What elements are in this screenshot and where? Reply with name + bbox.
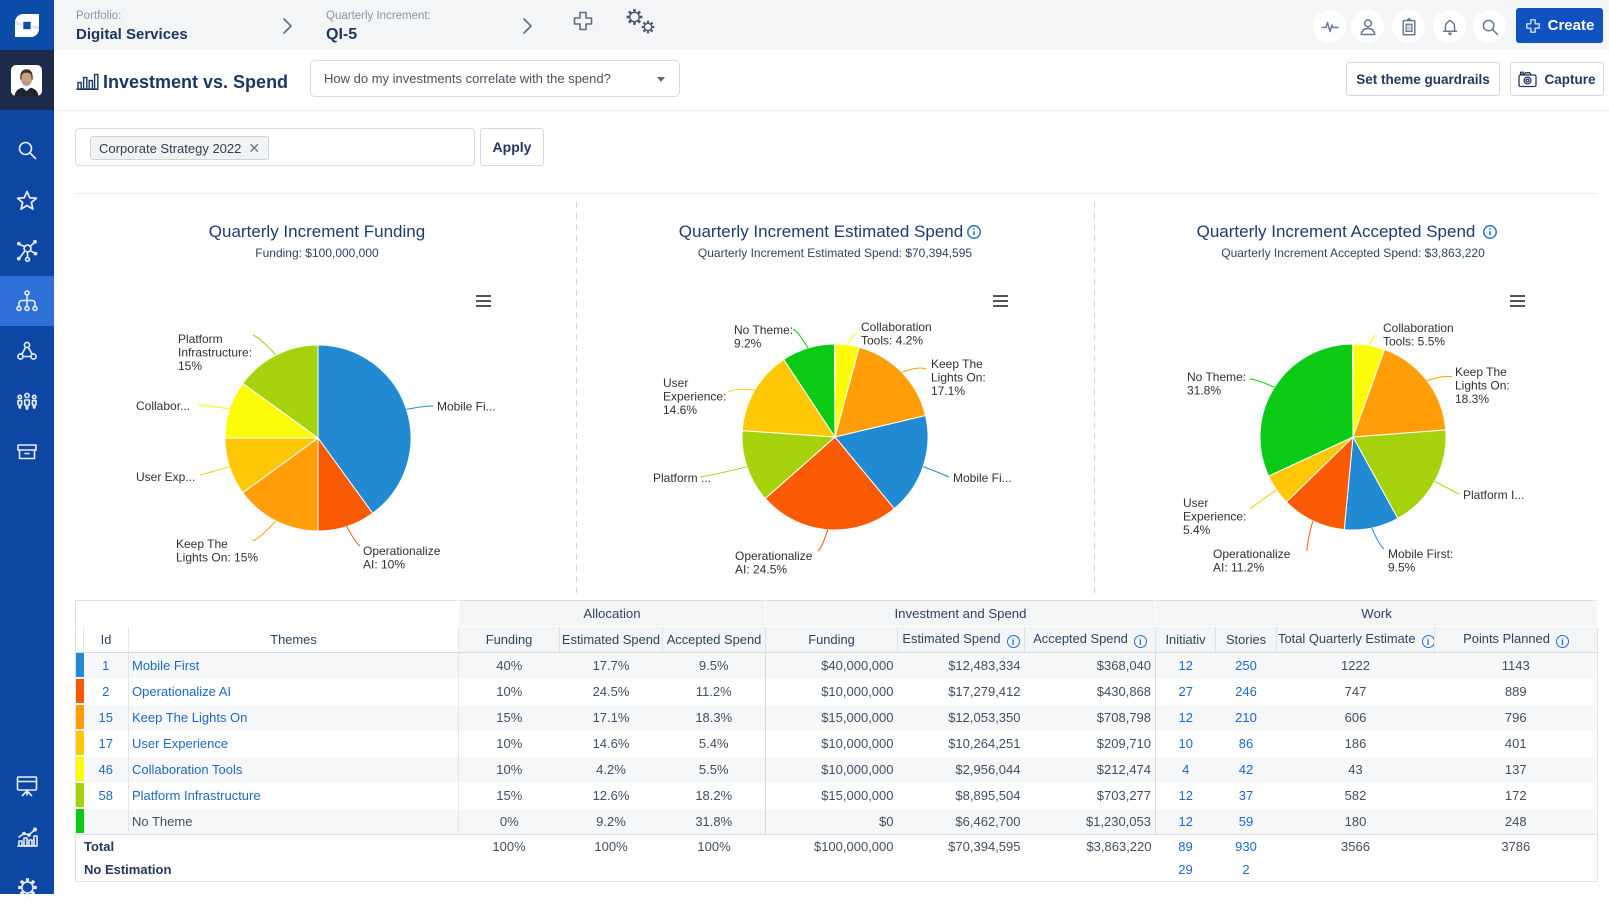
svg-text:User Exp...: User Exp...	[136, 470, 195, 484]
svg-text:UserExperience:5.4%: UserExperience:5.4%	[1183, 496, 1246, 537]
svg-text:Collabor...: Collabor...	[136, 399, 190, 413]
svg-text:Quarterly Increment Funding: Quarterly Increment Funding	[209, 222, 425, 241]
svg-text:Quarterly Increment Accepted S: Quarterly Increment Accepted Spend: $3,8…	[1221, 246, 1485, 260]
svg-text:Quarterly Increment Estimated: Quarterly Increment Estimated Spend: $70…	[698, 246, 972, 260]
svg-text:OperationalizeAI: 24.5%: OperationalizeAI: 24.5%	[735, 549, 813, 577]
svg-text:OperationalizeAI: 10%: OperationalizeAI: 10%	[363, 544, 441, 572]
svg-text:Platform ...: Platform ...	[653, 471, 711, 485]
svg-text:Platform I...: Platform I...	[1463, 488, 1524, 502]
svg-text:UserExperience:14.6%: UserExperience:14.6%	[663, 376, 726, 417]
svg-text:No Theme:31.8%: No Theme:31.8%	[1187, 370, 1246, 398]
svg-text:Mobile First:9.5%: Mobile First:9.5%	[1388, 547, 1453, 575]
svg-text:Funding: $100,000,000: Funding: $100,000,000	[255, 246, 379, 260]
svg-text:Keep TheLights On:17.1%: Keep TheLights On:17.1%	[931, 357, 986, 398]
svg-text:Mobile Fi...: Mobile Fi...	[437, 400, 496, 414]
svg-text:Mobile Fi...: Mobile Fi...	[953, 471, 1012, 485]
svg-text:PlatformInfrastructure:15%: PlatformInfrastructure:15%	[178, 332, 252, 373]
svg-text:Quarterly Increment Accepted S: Quarterly Increment Accepted Spend	[1197, 222, 1476, 241]
svg-text:CollaborationTools: 5.5%: CollaborationTools: 5.5%	[1383, 321, 1454, 349]
svg-text:OperationalizeAI: 11.2%: OperationalizeAI: 11.2%	[1213, 547, 1291, 575]
svg-text:Quarterly Increment Estimated: Quarterly Increment Estimated Spend	[679, 222, 963, 241]
svg-text:CollaborationTools: 4.2%: CollaborationTools: 4.2%	[861, 320, 932, 348]
svg-text:No Theme:9.2%: No Theme:9.2%	[734, 323, 793, 351]
svg-text:Keep TheLights On: 15%: Keep TheLights On: 15%	[176, 537, 258, 565]
svg-text:Keep TheLights On:18.3%: Keep TheLights On:18.3%	[1455, 365, 1510, 406]
